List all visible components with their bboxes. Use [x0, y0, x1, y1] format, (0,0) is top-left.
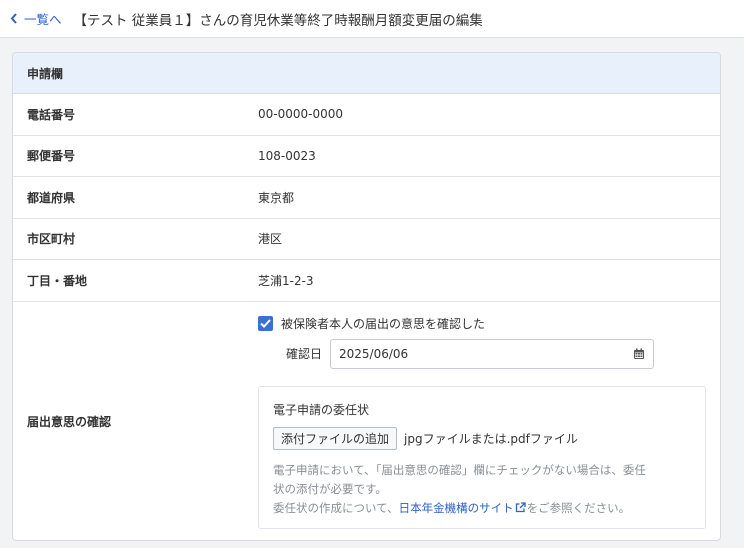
phone-value: 00-0000-0000 [258, 107, 344, 122]
city-row: 市区町村 港区 [13, 219, 720, 260]
confirmation-date-value: 2025/06/06 [339, 346, 409, 361]
note-line-3: 委任状の作成について、日本年金機構のサイト をご参照ください。 [273, 499, 691, 518]
note-line-3-suffix: をご参照ください。 [526, 500, 631, 515]
section-header: 申請欄 [13, 53, 720, 94]
back-to-list-link[interactable]: 一覧へ [10, 9, 62, 28]
note-line-2: 状の添付が必要です。 [273, 481, 387, 496]
consent-checkbox[interactable] [258, 315, 273, 331]
postal-code-row: 郵便番号 108-0023 [13, 136, 720, 177]
prefecture-value: 東京都 [258, 190, 295, 205]
consent-checkbox-label[interactable]: 被保険者本人の届出の意思を確認した [281, 315, 485, 332]
attachment-line: 添付ファイルの追加 jpgファイルまたは.pdfファイル [273, 426, 691, 450]
power-of-attorney-title: 電子申請の委任状 [273, 402, 370, 417]
city-label: 市区町村 [27, 232, 76, 247]
top-bar: 一覧へ 【テスト 従業員１】さんの育児休業等終了時報酬月額変更届の編集 [0, 0, 744, 38]
back-link-label: 一覧へ [24, 12, 62, 27]
street-address-value: 芝浦1-2-3 [258, 273, 314, 288]
prefecture-row: 都道府県 東京都 [13, 177, 720, 219]
add-attachment-button[interactable]: 添付ファイルの追加 [273, 426, 398, 450]
city-value: 港区 [258, 232, 283, 247]
phone-row: 電話番号 00-0000-0000 [13, 94, 720, 136]
confirmation-date-label: 確認日 [286, 347, 323, 361]
confirmation-date-input[interactable]: 2025/06/06 [330, 338, 654, 369]
chevron-left-icon [10, 13, 17, 24]
prefecture-label: 都道府県 [27, 190, 76, 205]
file-type-hint: jpgファイルまたは.pdfファイル [404, 431, 578, 446]
note-line-3-prefix: 委任状の作成について、 [273, 500, 399, 515]
note-line-1: 電子申請において、「届出意思の確認」欄にチェックがない場合は、委任 [273, 462, 646, 477]
external-link-icon[interactable] [515, 501, 526, 513]
page-title: 【テスト 従業員１】さんの育児休業等終了時報酬月額変更届の編集 [73, 12, 483, 29]
consent-check-line: 被保険者本人の届出の意思を確認した [258, 315, 485, 332]
street-address-row: 丁目・番地 芝浦1-2-3 [13, 260, 720, 302]
power-of-attorney-box: 電子申請の委任状 添付ファイルの追加 jpgファイルまたは.pdfファイル 電子… [258, 385, 706, 529]
consent-body: 被保険者本人の届出の意思を確認した 確認日 2025/06/06 電子申請の委任… [258, 302, 720, 541]
street-address-label: 丁目・番地 [27, 273, 88, 288]
consent-row: 届出意思の確認 被保険者本人の届出の意思を確認した 確認日 2025/06/06 [13, 302, 720, 541]
application-section-card: 申請欄 電話番号 00-0000-0000 郵便番号 108-0023 都道府県… [12, 52, 721, 541]
confirmation-date-line: 確認日 2025/06/06 [286, 338, 654, 369]
postal-code-value: 108-0023 [258, 148, 316, 163]
postal-code-label: 郵便番号 [27, 149, 76, 164]
pension-service-link[interactable]: 日本年金機構のサイト [399, 501, 514, 515]
consent-label: 届出意思の確認 [27, 415, 112, 429]
calendar-icon[interactable] [633, 348, 645, 360]
phone-label: 電話番号 [27, 107, 76, 122]
checkmark-icon [260, 318, 271, 328]
attachment-note: 電子申請において、「届出意思の確認」欄にチェックがない場合は、委任 状の添付が必… [273, 461, 691, 518]
